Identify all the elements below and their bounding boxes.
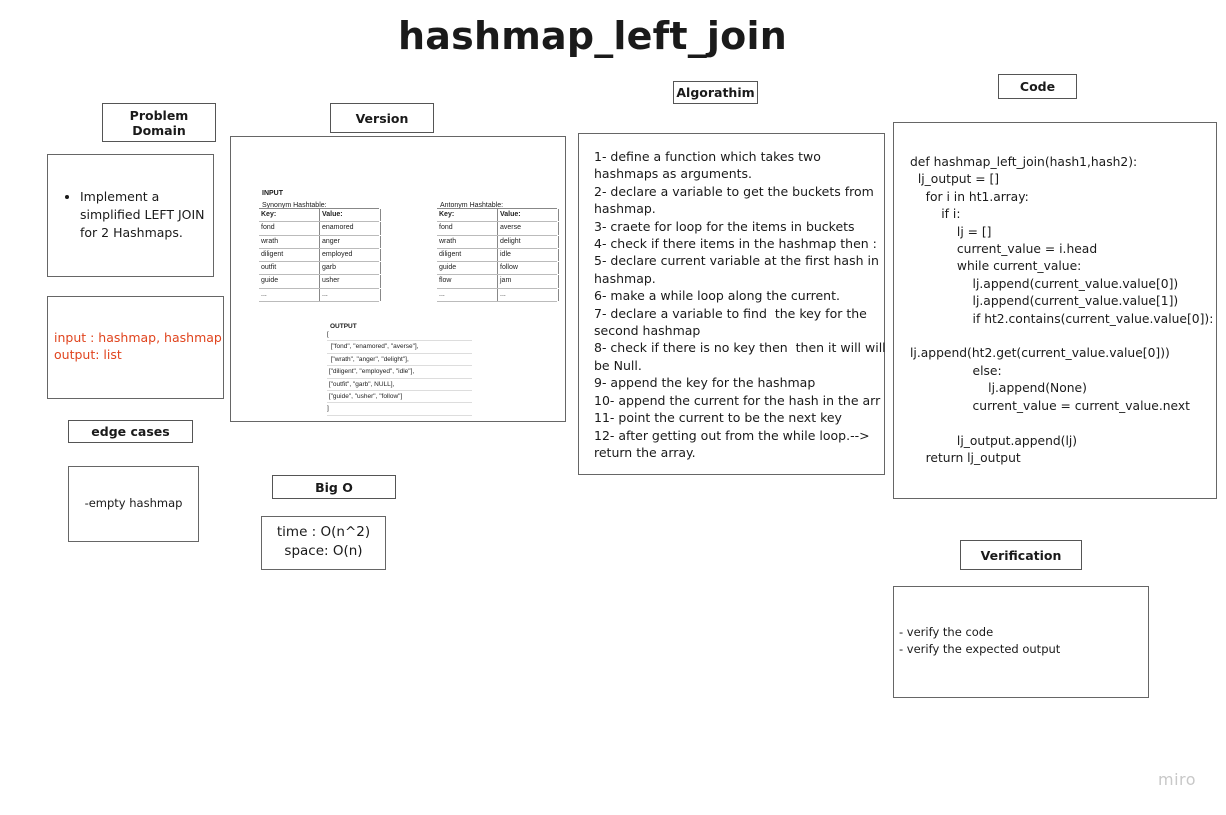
synonym-cell: garb — [320, 262, 381, 275]
version-label[interactable]: Version — [330, 103, 434, 133]
synonym-cell: outfit — [259, 262, 320, 275]
output-line: ["wrath", "anger", "delight"], — [327, 354, 472, 367]
problem-domain-list: Implement a simplified LEFT JOIN for 2 H… — [50, 188, 205, 242]
antonym-cell: ... — [498, 288, 559, 302]
edge-cases-card[interactable]: -empty hashmap — [68, 466, 199, 542]
antonym-cell: averse — [498, 222, 559, 235]
verification-line-2: - verify the expected output — [899, 642, 1061, 656]
io-output-text: output: list — [54, 347, 122, 363]
output-line: ["fond", "enamored", "averse"], — [327, 341, 472, 354]
antonym-cell: diligent — [437, 248, 498, 262]
verification-card[interactable]: - verify the code - verify the expected … — [893, 586, 1149, 698]
synonym-cell: ... — [259, 288, 320, 302]
big-o-label[interactable]: Big O — [272, 475, 396, 499]
antonym-header-value: Value: — [498, 209, 559, 222]
verification-line-1: - verify the code — [899, 625, 994, 639]
synonym-cell: wrath — [259, 235, 320, 248]
verification-label[interactable]: Verification — [960, 540, 1082, 570]
code-label[interactable]: Code — [998, 74, 1077, 99]
synonym-cell: anger — [320, 235, 381, 248]
synonym-table: Key: Value: fond enamored wrath anger dilig… — [259, 208, 381, 303]
big-o-time: time : O(n^2) — [276, 524, 371, 540]
antonym-cell: guide — [437, 262, 498, 275]
version-output-list: [ ["fond", "enamored", "averse"], ["wrat… — [327, 329, 472, 416]
algorithm-label[interactable]: Algorathim — [673, 81, 758, 104]
synonym-header-key: Key: — [259, 209, 320, 222]
board-title: hashmap_left_join — [398, 14, 787, 58]
miro-watermark: miro — [1158, 770, 1197, 789]
synonym-cell: fond — [259, 222, 320, 235]
output-line: ["outfit", "garb", NULL], — [327, 379, 472, 391]
antonym-cell: flow — [437, 275, 498, 288]
synonym-header-value: Value: — [320, 209, 381, 222]
problem-domain-label[interactable]: Problem Domain — [102, 103, 216, 142]
antonym-cell: follow — [498, 262, 559, 275]
version-card[interactable]: INPUT Synonym Hashtable: Key: Value: fond… — [230, 136, 566, 422]
output-line: ] — [327, 403, 472, 416]
output-line: [ — [327, 329, 472, 342]
io-card[interactable]: input : hashmap, hashmap output: list — [47, 296, 224, 399]
problem-domain-bullet: Implement a simplified LEFT JOIN for 2 H… — [80, 188, 205, 242]
antonym-cell: fond — [437, 222, 498, 235]
synonym-cell: guide — [259, 275, 320, 288]
big-o-card[interactable]: time : O(n^2) space: O(n) — [261, 516, 386, 570]
synonym-cell: diligent — [259, 248, 320, 262]
antonym-cell: jam — [498, 275, 559, 288]
edge-cases-label[interactable]: edge cases — [68, 420, 193, 443]
synonym-cell: ... — [320, 288, 381, 302]
code-text: def hashmap_left_join(hash1,hash2): lj_o… — [910, 155, 1214, 465]
antonym-cell: ... — [437, 288, 498, 302]
antonym-header-key: Key: — [437, 209, 498, 222]
antonym-table: Key: Value: fond averse wrath delight dilig… — [437, 208, 559, 303]
antonym-cell: delight — [498, 235, 559, 248]
antonym-cell: idle — [498, 248, 559, 262]
edge-cases-text: -empty hashmap — [84, 496, 183, 511]
algorithm-steps: 1- define a function which takes two has… — [594, 149, 886, 460]
code-card[interactable]: def hashmap_left_join(hash1,hash2): lj_o… — [893, 122, 1217, 499]
io-input-text: input : hashmap, hashmap — [54, 330, 222, 345]
algorithm-card[interactable]: 1- define a function which takes two has… — [578, 133, 886, 475]
synonym-cell: employed — [320, 248, 381, 262]
output-line: ["diligent", "employed", "idle"], — [327, 366, 472, 379]
output-line: ["guide", "usher", "follow"] — [327, 391, 472, 404]
big-o-space: space: O(n) — [284, 543, 363, 559]
synonym-cell: enamored — [320, 222, 381, 235]
synonym-cell: usher — [320, 275, 381, 288]
antonym-cell: wrath — [437, 235, 498, 248]
problem-domain-card[interactable]: Implement a simplified LEFT JOIN for 2 H… — [47, 154, 214, 277]
